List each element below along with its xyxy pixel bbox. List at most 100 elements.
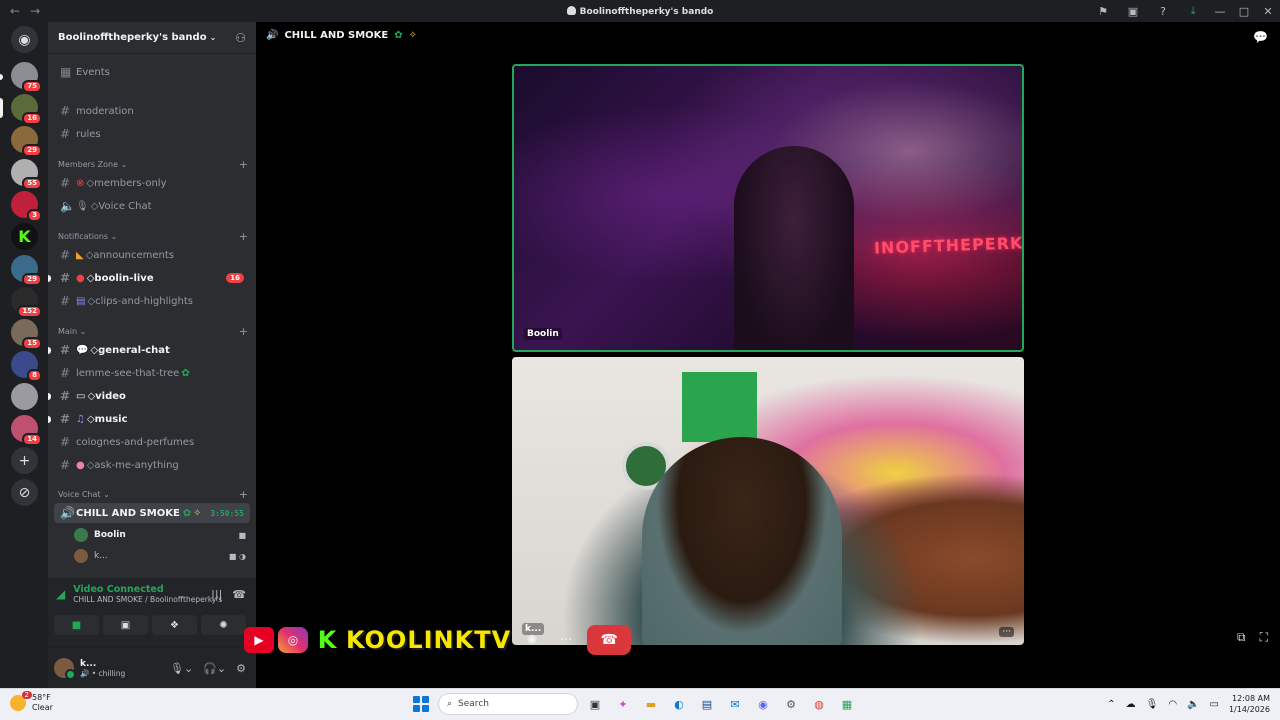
kick-server-icon[interactable]: K — [11, 223, 38, 250]
edge-icon[interactable]: ◐ — [668, 693, 690, 715]
server-icon-9[interactable]: 15 — [11, 319, 42, 350]
channel-clips[interactable]: # ▤ ◇clips-and-highlights — [54, 291, 250, 311]
settings-gear-icon[interactable]: ⚙ — [236, 662, 246, 675]
channel-general-chat[interactable]: # 💬 ◇general-chat — [48, 340, 250, 360]
chevron-up-icon[interactable]: ⌃ — [1107, 699, 1115, 710]
server-icon-5[interactable]: 3 — [11, 191, 42, 222]
hash-icon: # — [60, 271, 71, 285]
mic-tray-icon[interactable]: 🎙 — [1146, 699, 1159, 710]
channel-members-only[interactable]: # ⊗ ◇members-only — [54, 173, 250, 193]
camera-icon: ■ — [238, 530, 246, 540]
channel-label: ◇clips-and-highlights — [87, 295, 193, 307]
popout-icon[interactable]: ⧉ — [1237, 630, 1246, 645]
category-members-zone[interactable]: Members Zone ⌄ + — [58, 157, 248, 171]
guild-header[interactable]: Boolinofftheperky's bando ⌄ ⚇ — [48, 22, 256, 54]
server-icon-12[interactable]: 14 — [11, 415, 42, 446]
screen-share-button[interactable]: ▣ — [103, 615, 148, 635]
more-options-icon[interactable]: ··· — [553, 627, 579, 653]
taskbar-clock[interactable]: 12:08 AM 1/14/2026 — [1229, 693, 1270, 715]
channel-rules[interactable]: # rules — [54, 124, 250, 144]
discord-taskbar-icon[interactable]: ◉ — [752, 693, 774, 715]
channel-colognes[interactable]: # colognes-and-perfumes — [54, 432, 250, 452]
soundboard-button[interactable]: ✺ — [201, 615, 246, 635]
volume-icon[interactable]: 🔈 — [1187, 699, 1199, 710]
channel-lemme-see-that-tree[interactable]: # lemme-see-that-tree ✿ — [54, 363, 250, 383]
channel-label: ◇music — [86, 413, 128, 425]
flag-icon[interactable]: ⚑ — [1088, 0, 1118, 22]
weather-widget[interactable]: 2 58°F Clear — [10, 691, 53, 713]
server-icon-11[interactable] — [11, 383, 38, 410]
channel-moderation[interactable]: # moderation — [54, 101, 250, 121]
video-tile-k[interactable]: k... ··· — [512, 357, 1024, 645]
server-icon-4[interactable]: 55 — [11, 159, 42, 190]
connection-channel[interactable]: CHILL AND SMOKE / Boolinofftheperky's ba… — [73, 595, 223, 604]
camera-icon: ■ ◑ — [228, 551, 246, 561]
events-item[interactable]: ▦ Events — [54, 62, 250, 82]
headphones-icon[interactable]: 🎧⌄ — [203, 662, 226, 675]
add-channel-icon[interactable]: + — [239, 325, 248, 338]
camera-button[interactable]: ■ — [54, 615, 99, 635]
mail-icon[interactable]: ✉ — [724, 693, 746, 715]
channel-voice-chat[interactable]: 🔈 🎙 ◇Voice Chat — [54, 196, 250, 216]
windows-start-icon[interactable] — [410, 693, 432, 715]
copilot-icon[interactable]: ✦ — [612, 693, 634, 715]
video-tile-boolin[interactable]: INOFFTHEPERK Boolin — [512, 64, 1024, 352]
wifi-icon[interactable]: ◠ — [1168, 699, 1177, 710]
discord-home-icon[interactable]: ◉ — [11, 26, 38, 53]
settings-icon[interactable]: ⚙ — [780, 693, 802, 715]
chrome-icon[interactable]: ◍ — [808, 693, 830, 715]
connection-status[interactable]: Video Connected — [73, 584, 223, 595]
avatar[interactable] — [54, 658, 76, 680]
forward-arrow-icon[interactable]: → — [30, 4, 40, 18]
channel-announcements[interactable]: # ◣ ◇announcements — [54, 245, 250, 265]
fullscreen-icon[interactable]: ⛶ — [1260, 630, 1268, 645]
tray-app-icon[interactable]: ☁ — [1126, 699, 1136, 710]
add-channel-icon[interactable]: + — [239, 230, 248, 243]
add-channel-icon[interactable]: + — [239, 158, 248, 171]
help-icon[interactable]: ? — [1148, 0, 1178, 22]
maximize-button[interactable]: □ — [1232, 0, 1256, 22]
task-view-icon[interactable]: ▣ — [584, 693, 606, 715]
voice-user-boolin[interactable]: Boolin ■ — [74, 525, 250, 545]
noise-suppression-icon[interactable]: ||| — [211, 588, 222, 601]
server-icon-2[interactable]: 16 — [11, 94, 42, 125]
battery-icon[interactable]: ▭ — [1210, 699, 1219, 710]
add-channel-icon[interactable]: + — [239, 488, 248, 501]
category-notifications[interactable]: Notifications ⌄ + — [58, 229, 248, 243]
discover-icon[interactable]: ⊘ — [11, 479, 38, 506]
chat-bubble-icon[interactable]: 💬 — [1253, 30, 1268, 44]
channel-ask-me-anything[interactable]: # ● ◇ask-me-anything — [54, 455, 250, 475]
mic-emoji-icon: 🎙 — [76, 200, 89, 212]
taskbar-search[interactable]: ⌕ Search — [438, 693, 578, 715]
add-server-icon[interactable]: + — [11, 447, 38, 474]
disconnect-icon[interactable]: ☎ — [232, 588, 246, 601]
inbox-icon[interactable]: ▣ — [1118, 0, 1148, 22]
microphone-icon[interactable]: 🎙⌄ — [170, 662, 193, 675]
disconnect-button[interactable]: ☎ — [587, 625, 632, 655]
category-main[interactable]: Main ⌄ + — [58, 324, 248, 338]
server-icon-10[interactable]: 8 — [11, 351, 42, 382]
minimize-button[interactable]: — — [1208, 0, 1232, 22]
channel-boolin-live[interactable]: # ● ◇boolin-live 16 — [48, 268, 250, 288]
channel-music[interactable]: # ♫ ◇music — [48, 409, 250, 429]
server-icon-3[interactable]: 29 — [11, 126, 42, 157]
category-voice-chat[interactable]: Voice Chat ⌄ + — [58, 487, 248, 501]
download-icon[interactable]: ⤓ — [1178, 0, 1208, 22]
server-icon-8[interactable]: 152 — [11, 287, 42, 318]
tile-more-options[interactable]: ··· — [999, 627, 1014, 637]
activities-button[interactable]: ❖ — [152, 615, 197, 635]
server-icon-7[interactable]: 29 — [11, 255, 42, 286]
file-explorer-icon[interactable]: ▬ — [640, 693, 662, 715]
app-icon[interactable]: ▦ — [836, 693, 858, 715]
user-name[interactable]: k... — [80, 659, 125, 669]
back-arrow-icon[interactable]: ← — [10, 4, 20, 18]
voice-channel-chill-and-smoke[interactable]: 🔊 CHILL AND SMOKE ✿ ✧ 3:50:55 — [54, 503, 250, 523]
soundboard-icon[interactable]: ✺ — [519, 627, 545, 653]
close-button[interactable]: ✕ — [1256, 0, 1280, 22]
voice-user-k[interactable]: k... ■ ◑ — [74, 546, 250, 566]
server-icon-1[interactable]: 75 — [11, 62, 42, 93]
channel-video[interactable]: # ▭ ◇video — [48, 386, 250, 406]
store-icon[interactable]: ▤ — [696, 693, 718, 715]
invite-people-icon[interactable]: ⚇ — [235, 31, 246, 45]
instagram-logo-icon: ◎ — [278, 627, 308, 653]
